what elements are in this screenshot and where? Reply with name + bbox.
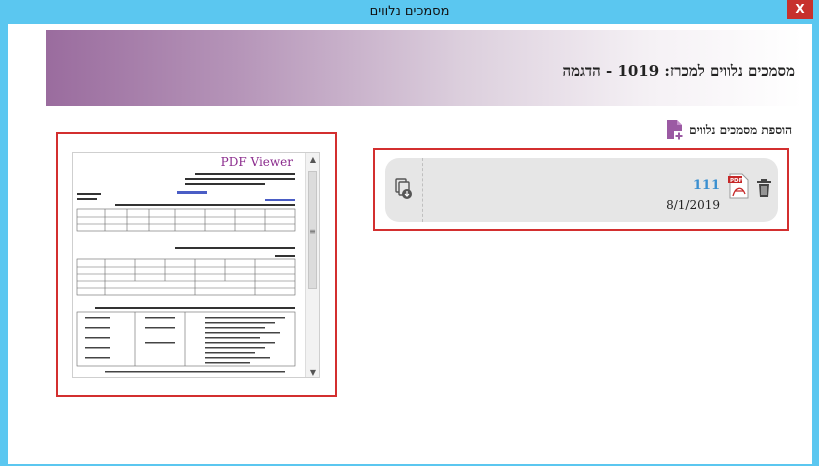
page-title: מסמכים נלווים למכרז: 1019 - הדגמה	[562, 62, 795, 80]
header-banner: מסמכים נלווים למכרז: 1019 - הדגמה	[46, 30, 803, 106]
scroll-up-icon[interactable]: ▲	[306, 155, 319, 164]
pdf-viewer[interactable]: PDF Viewer ▲ ≡ ▼	[72, 152, 320, 378]
document-name-link[interactable]: 111	[693, 178, 720, 193]
scroll-down-icon[interactable]: ▼	[306, 368, 319, 377]
scroll-grip-icon: ≡	[309, 227, 316, 236]
download-document-icon	[395, 178, 413, 200]
add-documents-label: הוספת מסמכים נלווים	[689, 122, 792, 137]
add-document-icon	[665, 119, 685, 141]
close-button[interactable]: X	[787, 0, 813, 19]
pdf-viewer-scrollbar[interactable]: ▲ ≡ ▼	[305, 153, 319, 377]
document-date: 8/1/2019	[666, 198, 720, 212]
trash-icon[interactable]	[756, 178, 772, 198]
svg-text:PDF: PDF	[730, 178, 743, 184]
window-title: מסמכים נלווים	[369, 4, 450, 19]
pdf-icon: PDF	[728, 172, 750, 200]
pdf-page-preview	[75, 171, 303, 377]
document-list: 111 8/1/2019 PDF	[373, 148, 789, 231]
dialog-body: מסמכים נלווים למכרז: 1019 - הדגמה הוספת …	[8, 24, 812, 464]
document-item[interactable]: 111 8/1/2019 PDF	[385, 158, 778, 222]
download-button[interactable]	[385, 158, 423, 222]
window-titlebar: מסמכים נלווים X	[0, 0, 819, 24]
pdf-viewer-panel: PDF Viewer ▲ ≡ ▼	[56, 132, 337, 397]
add-documents-button[interactable]: הוספת מסמכים נלווים	[665, 119, 792, 141]
pdf-viewer-title: PDF Viewer	[220, 155, 293, 169]
